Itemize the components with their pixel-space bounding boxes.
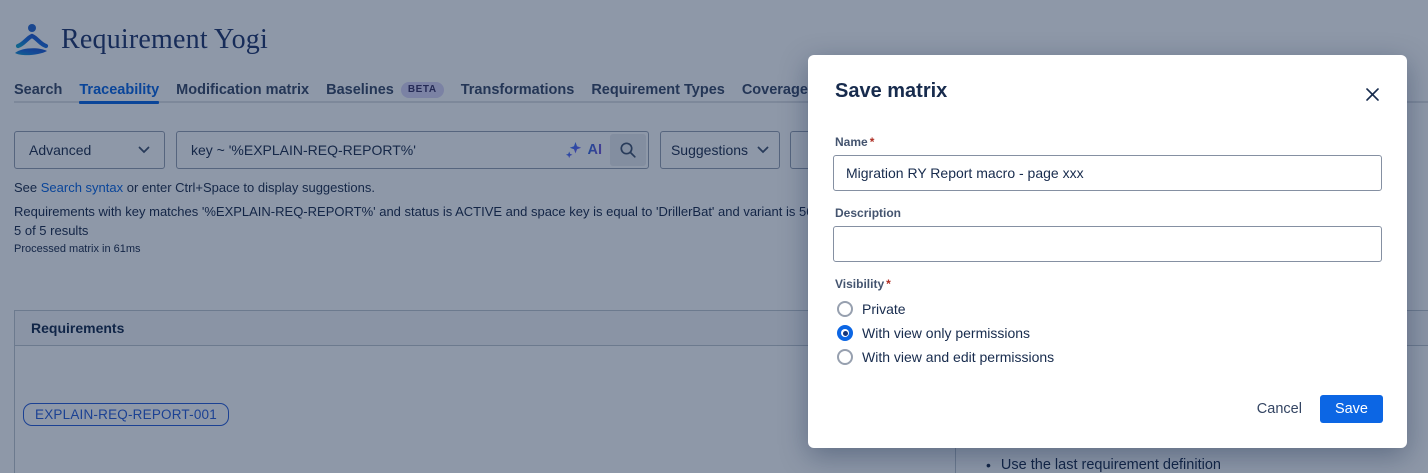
radio-icon[interactable] [837,301,853,317]
description-label: Description [835,206,901,220]
visibility-label: Visibility* [835,277,891,291]
save-matrix-modal: Save matrix Name* Description Visibility… [808,55,1407,448]
radio-option-view-only[interactable]: With view only permissions [837,321,1054,345]
close-icon[interactable] [1359,81,1385,107]
name-field[interactable] [833,155,1382,191]
name-label: Name* [835,135,874,149]
visibility-radio-group: Private With view only permissions With … [837,297,1054,369]
radio-option-view-edit[interactable]: With view and edit permissions [837,345,1054,369]
radio-option-private[interactable]: Private [837,297,1054,321]
required-marker: * [886,277,891,291]
cancel-button[interactable]: Cancel [1245,395,1314,423]
modal-footer: Cancel Save [1245,395,1383,423]
required-marker: * [870,135,875,149]
page: Requirement Yogi Search Traceability Mod… [0,0,1428,473]
description-field[interactable] [833,226,1382,262]
save-button[interactable]: Save [1320,395,1383,423]
radio-icon[interactable] [837,325,853,341]
radio-icon[interactable] [837,349,853,365]
modal-title: Save matrix [835,80,947,103]
